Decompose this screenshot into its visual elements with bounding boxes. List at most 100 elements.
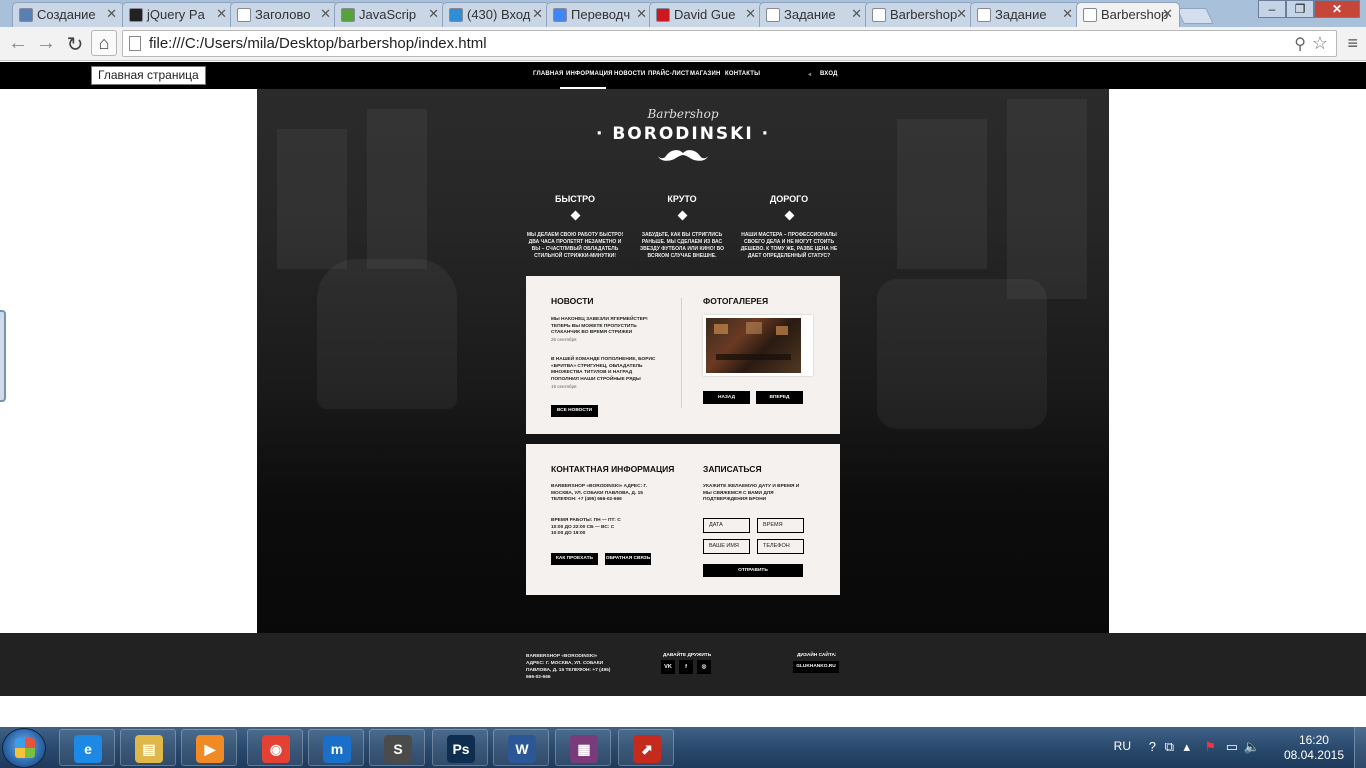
- action-center-icon[interactable]: ⚑: [1204, 739, 1216, 755]
- browser-tab[interactable]: Barbershop ✕: [865, 2, 974, 27]
- browser-tab[interactable]: Заголово ✕: [230, 2, 338, 27]
- address-bar[interactable]: file:///C:/Users/mila/Desktop/barbershop…: [122, 30, 1337, 57]
- nav-link-news[interactable]: НОВОСТИ: [614, 71, 645, 77]
- html-icon: [19, 8, 33, 22]
- browser-tab[interactable]: jQuery Pa ✕: [122, 2, 234, 27]
- all-news-button[interactable]: ВСЕ НОВОСТИ: [551, 405, 598, 417]
- youtube-icon: [656, 8, 670, 22]
- taskbar-app-winrar[interactable]: ▦: [555, 729, 611, 766]
- forward-icon[interactable]: →: [34, 32, 58, 55]
- taskbar-app-maxthon[interactable]: m: [308, 729, 364, 766]
- login-link[interactable]: ВХОД: [820, 71, 838, 77]
- taskbar-app-chrome[interactable]: ◉: [247, 729, 303, 766]
- new-tab-button[interactable]: [1176, 8, 1214, 24]
- gallery-prev-button[interactable]: НАЗАД: [703, 391, 750, 404]
- taskbar-app-sublime[interactable]: S: [369, 729, 425, 766]
- clock[interactable]: 16:20 08.04.2015: [1284, 733, 1344, 763]
- vk-icon[interactable]: VK: [661, 660, 675, 674]
- tab-close-icon[interactable]: ✕: [636, 6, 647, 22]
- maximize-icon[interactable]: ❐: [1286, 0, 1314, 18]
- tab-close-icon[interactable]: ✕: [320, 6, 331, 22]
- tab-close-icon[interactable]: ✕: [216, 6, 227, 22]
- back-icon[interactable]: ←: [6, 32, 30, 55]
- browser-tab[interactable]: JavaScrip ✕: [334, 2, 446, 27]
- gallery-next-button[interactable]: ВПЕРЕД: [756, 391, 803, 404]
- taskbar-app-ie[interactable]: e: [59, 729, 115, 766]
- zoom-icon[interactable]: ⚲: [1294, 34, 1306, 54]
- footer-info: BARBERSHOP «BORODINSKI» АДРЕС: Г. МОСКВА…: [526, 654, 611, 680]
- feedback-button[interactable]: ОБРАТНАЯ СВЯЗЬ: [605, 553, 651, 565]
- news-title: НОВОСТИ: [551, 296, 594, 306]
- date-input[interactable]: ДАТА: [703, 518, 750, 533]
- browser-tab[interactable]: Переводч ✕: [546, 2, 654, 27]
- home-icon[interactable]: ⌂: [91, 30, 117, 56]
- news-item-text[interactable]: МЫ НАКОНЕЦ ЗАВЕЗЛИ ЯГЕРМЕЙСТЕР! ТЕПЕРЬ В…: [551, 317, 661, 337]
- nav-link-info[interactable]: ИНФОРМАЦИЯ: [566, 71, 613, 77]
- taskbar-app-explorer[interactable]: ▤: [120, 729, 176, 766]
- side-widget[interactable]: [0, 310, 6, 402]
- news-gallery-panel: НОВОСТИ МЫ НАКОНЕЦ ЗАВЕЗЛИ ЯГЕРМЕЙСТЕР! …: [526, 276, 840, 434]
- phone-input[interactable]: ТЕЛЕФОН: [757, 539, 804, 554]
- tray-arrow-icon[interactable]: ▴: [1183, 739, 1190, 755]
- name-input[interactable]: ВАШЕ ИМЯ: [703, 539, 750, 554]
- nav-link-shop[interactable]: МАГАЗИН: [690, 71, 721, 77]
- logo-title[interactable]: · BORODINSKI ·: [257, 124, 1109, 144]
- browser-tab[interactable]: Задание ✕: [759, 2, 869, 27]
- browser-tab[interactable]: Задание ✕: [970, 2, 1080, 27]
- feature-title: БЫСТРО: [555, 194, 595, 204]
- tab-close-icon[interactable]: ✕: [1162, 6, 1173, 22]
- nav-link-main[interactable]: ГЛАВНАЯ: [533, 71, 564, 77]
- mail-icon: [449, 8, 463, 22]
- window-switch-icon[interactable]: ⧉: [1165, 739, 1174, 755]
- tab-close-icon[interactable]: ✕: [1062, 6, 1073, 22]
- reload-icon[interactable]: ↻: [63, 32, 87, 57]
- logo-script: Barbershop: [647, 107, 719, 121]
- bookmark-star-icon[interactable]: ☆: [1312, 33, 1328, 54]
- minimize-icon[interactable]: –: [1258, 0, 1286, 18]
- design-link-button[interactable]: GLUKHANKO.RU: [793, 661, 839, 673]
- language-indicator[interactable]: RU: [1114, 739, 1131, 753]
- presentation-icon: ⬈: [633, 735, 661, 763]
- windows-logo-icon: [15, 738, 35, 758]
- volume-icon[interactable]: 🔈: [1244, 739, 1260, 755]
- taskbar-app-media-player[interactable]: ▶: [181, 729, 237, 766]
- mustache-icon: [658, 150, 708, 161]
- instagram-icon[interactable]: ◎: [697, 660, 711, 674]
- tab-close-icon[interactable]: ✕: [106, 6, 117, 22]
- nav-link-prices[interactable]: ПРАЙС-ЛИСТ: [648, 71, 689, 77]
- start-button[interactable]: [2, 728, 46, 768]
- tab-close-icon[interactable]: ✕: [851, 6, 862, 22]
- menu-icon[interactable]: ≡: [1347, 33, 1358, 54]
- feature-expensive: ДОРОГО НАШИ МАСТЕРА – ПРОФЕССИОНАЛЫ СВОЕ…: [739, 194, 839, 260]
- time-input[interactable]: ВРЕМЯ: [757, 518, 804, 533]
- network-icon[interactable]: ▭: [1226, 739, 1238, 755]
- close-window-icon[interactable]: ✕: [1314, 0, 1360, 18]
- nav-link-contacts[interactable]: КОНТАКТЫ: [725, 71, 760, 77]
- help-icon[interactable]: ?: [1149, 739, 1156, 754]
- media-player-icon: ▶: [196, 735, 224, 763]
- diamond-icon: [677, 210, 687, 221]
- submit-button[interactable]: ОТПРАВИТЬ: [703, 564, 803, 577]
- diamond-icon: [570, 210, 580, 221]
- route-button[interactable]: КАК ПРОЕХАТЬ: [551, 553, 598, 565]
- tab-close-icon[interactable]: ✕: [532, 6, 543, 22]
- facebook-icon[interactable]: f: [679, 660, 693, 674]
- taskbar-app-presentation[interactable]: ⬈: [618, 729, 674, 766]
- taskbar-app-word[interactable]: W: [493, 729, 549, 766]
- taskbar-app-photoshop[interactable]: Ps: [432, 729, 488, 766]
- browser-tab-strip: Создание ✕ jQuery Pa ✕ Заголово ✕ JavaScrip ✕ (4…: [0, 0, 1366, 27]
- browser-tab[interactable]: David Gue ✕: [649, 2, 763, 27]
- browser-tab[interactable]: (430) Вход ✕: [442, 2, 550, 27]
- page-icon: [872, 8, 886, 22]
- tab-close-icon[interactable]: ✕: [956, 6, 967, 22]
- site-footer: BARBERSHOP «BORODINSKI» АДРЕС: Г. МОСКВА…: [0, 633, 1366, 696]
- news-item-text[interactable]: В НАШЕЙ КОМАНДЕ ПОПОЛНЕНИЕ, БОРИС «БРИТВ…: [551, 357, 661, 383]
- show-desktop-button[interactable]: [1354, 727, 1366, 768]
- browser-tab[interactable]: Barbershop ✕: [1076, 2, 1180, 27]
- tab-close-icon[interactable]: ✕: [428, 6, 439, 22]
- maxthon-icon: m: [323, 735, 351, 763]
- browser-tab[interactable]: Создание ✕: [12, 2, 124, 27]
- page-viewport: ГЛАВНАЯ ИНФОРМАЦИЯ НОВОСТИ ПРАЙС-ЛИСТ МА…: [0, 62, 1366, 727]
- system-tray: RU ? ⧉ ▴ ⚑ ▭ 🔈 16:20 08.04.2015: [1106, 727, 1366, 768]
- tab-close-icon[interactable]: ✕: [745, 6, 756, 22]
